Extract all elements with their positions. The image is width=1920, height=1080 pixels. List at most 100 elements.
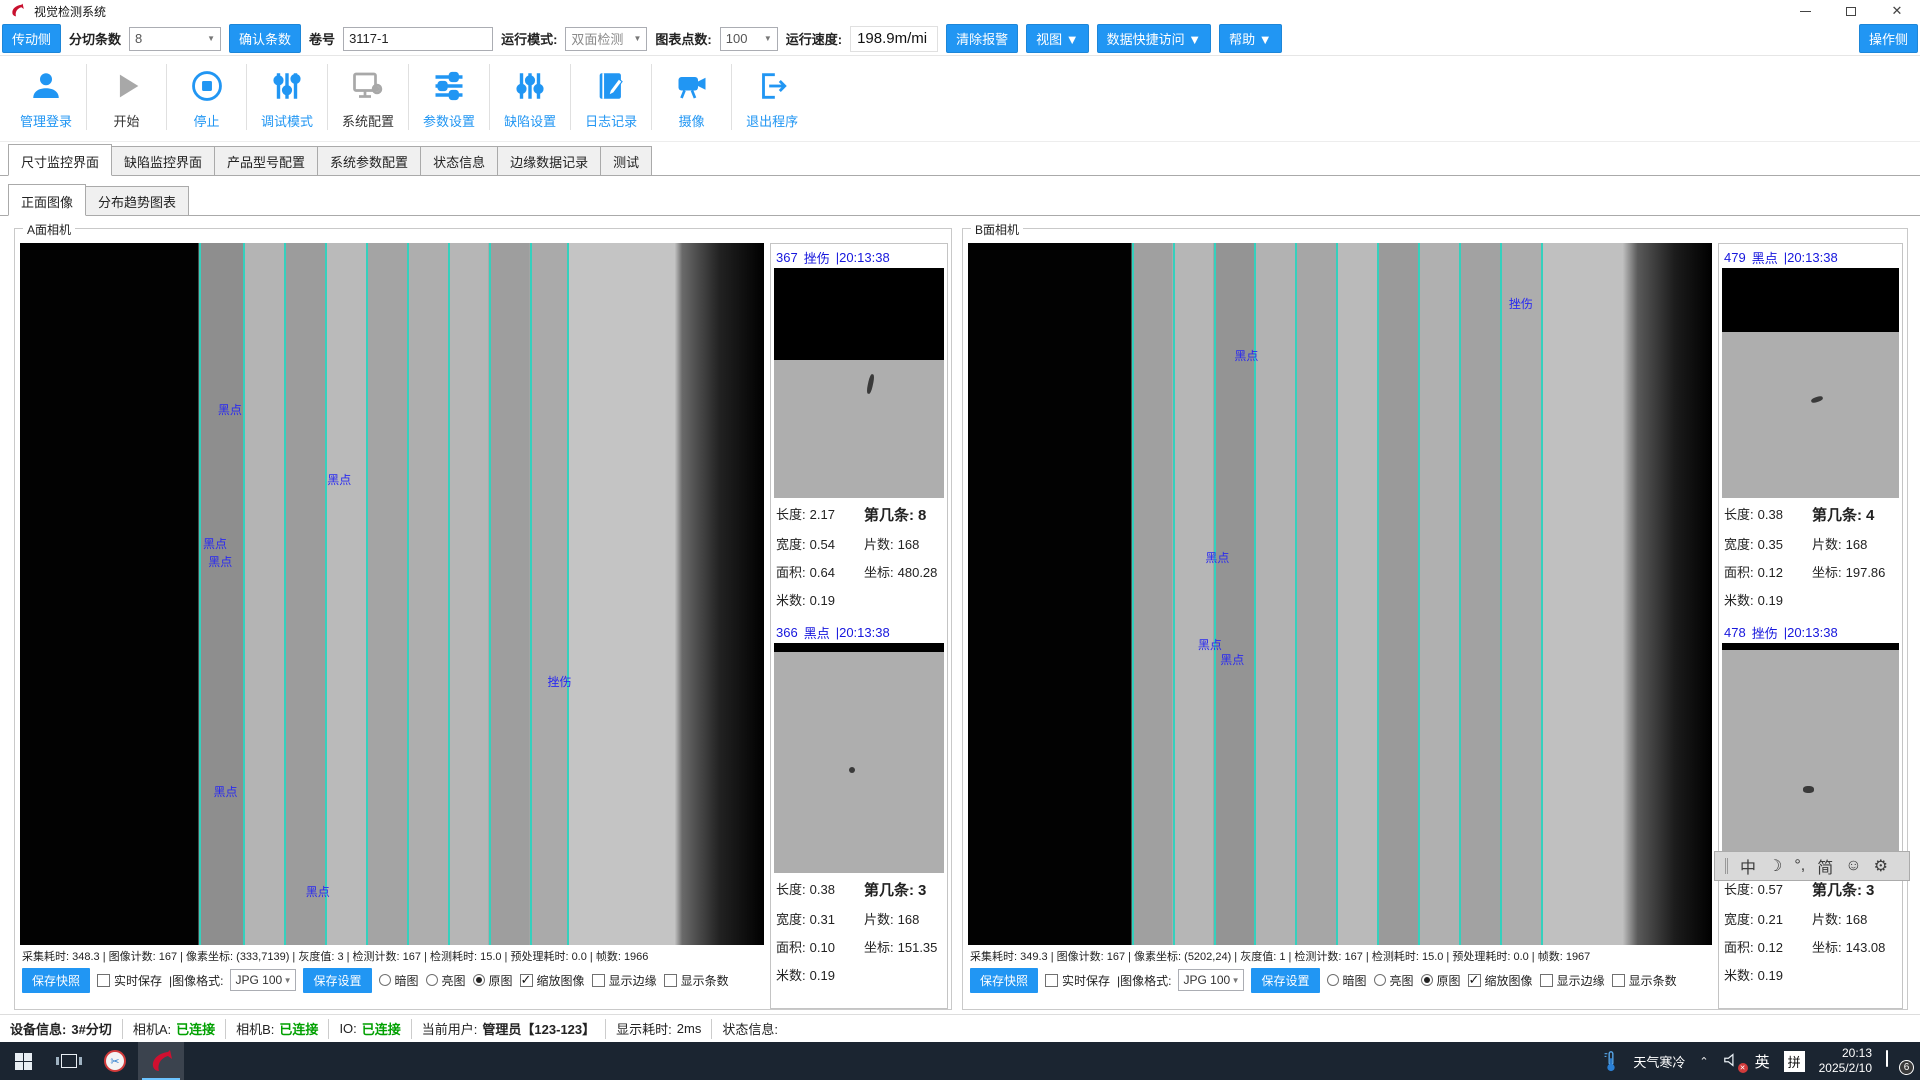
capture-button[interactable]: 摄像: [651, 64, 731, 130]
chevron-down-icon: ▼: [1232, 976, 1240, 985]
realtime-save-checkbox[interactable]: 实时保存: [97, 972, 162, 989]
image-format-select[interactable]: JPG 100▼: [1178, 969, 1244, 991]
camera-b-conn-label: 相机B:: [236, 1019, 274, 1038]
windows-logo-icon: [15, 1053, 32, 1070]
ime-punct-mode[interactable]: °,: [1794, 857, 1805, 875]
defect-card-header: 478挫伤|20:13:38: [1722, 621, 1899, 643]
start-button[interactable]: [0, 1042, 46, 1080]
tab-test[interactable]: 测试: [600, 146, 652, 175]
show-count-checkbox[interactable]: 显示条数: [664, 972, 729, 989]
defect-card[interactable]: 479黑点|20:13:38 长度:0.38 第几条:4 宽度:0.35 片数:…: [1722, 246, 1899, 609]
hidden-icons-chevron[interactable]: ⌃: [1699, 1055, 1708, 1068]
snipping-tool-button[interactable]: ✂: [92, 1042, 138, 1080]
tab-defect-monitor[interactable]: 缺陷监控界面: [111, 146, 215, 175]
camera-b-title: B面相机: [971, 221, 1023, 238]
tab-edge-data-record[interactable]: 边缘数据记录: [497, 146, 601, 175]
dark-image-radio[interactable]: 暗图: [1327, 972, 1367, 989]
dark-image-radio[interactable]: 暗图: [379, 972, 419, 989]
show-count-checkbox[interactable]: 显示条数: [1612, 972, 1677, 989]
system-config-button[interactable]: 系统配置: [327, 64, 408, 130]
show-edge-checkbox[interactable]: 显示边缘: [1540, 972, 1605, 989]
tab-system-param-config[interactable]: 系统参数配置: [317, 146, 421, 175]
roll-number-input[interactable]: [343, 27, 493, 51]
ime-emoji-icon[interactable]: ☺: [1845, 857, 1861, 875]
save-settings-button[interactable]: 保存设置: [303, 968, 371, 993]
app-status-bar: 设备信息:3#分切 相机A:已连接 相机B:已连接 IO:已连接 当前用户:管理…: [0, 1014, 1920, 1042]
tab-product-model-config[interactable]: 产品型号配置: [214, 146, 318, 175]
defect-card[interactable]: 367挫伤|20:13:38 长度:2.17 第几条:8 宽度:0.54 片数:…: [774, 246, 944, 609]
volume-muted-button[interactable]: ✕: [1723, 1052, 1741, 1071]
zoom-image-checkbox[interactable]: 缩放图像: [520, 972, 585, 989]
camera-a-panel: A面相机 黑点 黑点 黑点 黑点 挫伤 黑点 黑: [14, 228, 952, 1010]
app-logo-icon: [10, 3, 26, 19]
param-settings-button[interactable]: 参数设置: [408, 64, 489, 130]
original-image-radio[interactable]: 原图: [1421, 972, 1461, 989]
admin-login-button[interactable]: 管理登录: [6, 64, 86, 130]
transmission-side-button[interactable]: 传动侧: [2, 24, 61, 53]
roll-number-label: 卷号: [309, 29, 335, 48]
help-menu-button[interactable]: 帮助 ▼: [1219, 24, 1281, 53]
camera-a-controls: 保存快照 实时保存 |图像格式: JPG 100▼ 保存设置 暗图 亮图 原图 …: [20, 967, 764, 993]
close-button[interactable]: ✕: [1874, 0, 1920, 22]
app-logo-icon: [149, 1049, 173, 1073]
defect-info: 长度:2.17 第几条:8 宽度:0.54 片数:168 面积:0.64 坐标:…: [774, 498, 944, 609]
tab-size-monitor[interactable]: 尺寸监控界面: [8, 144, 112, 176]
defect-overlay-label: 黑点: [203, 535, 227, 552]
maximize-button[interactable]: [1828, 0, 1874, 22]
bright-image-radio[interactable]: 亮图: [1374, 972, 1414, 989]
operator-side-button[interactable]: 操作侧: [1859, 24, 1918, 53]
camera-a-image: 黑点 黑点 黑点 黑点 挫伤 黑点 黑点: [20, 243, 764, 945]
save-snapshot-button[interactable]: 保存快照: [22, 968, 90, 993]
subtab-distribution-chart[interactable]: 分布趋势图表: [85, 186, 189, 215]
ime-indicator[interactable]: 拼: [1784, 1051, 1805, 1072]
taskbar-clock[interactable]: 20:13 2025/2/10: [1819, 1046, 1872, 1076]
weather-text[interactable]: 天气寒冷: [1633, 1052, 1685, 1071]
subtab-front-image[interactable]: 正面图像: [8, 184, 86, 216]
defect-card-header: 479黑点|20:13:38: [1722, 246, 1899, 268]
ime-halfmoon-icon[interactable]: ☽: [1768, 856, 1782, 876]
ime-drag-handle[interactable]: [1725, 858, 1728, 874]
debug-mode-button[interactable]: 调试模式: [246, 64, 327, 130]
show-edge-checkbox[interactable]: 显示边缘: [592, 972, 657, 989]
original-image-radio[interactable]: 原图: [473, 972, 513, 989]
image-format-label: |图像格式:: [1117, 972, 1171, 989]
chart-points-select[interactable]: 100▼: [720, 27, 778, 51]
tab-status-info[interactable]: 状态信息: [420, 146, 498, 175]
minimize-button[interactable]: [1782, 0, 1828, 22]
vision-app-taskbar-button[interactable]: [138, 1042, 184, 1080]
save-snapshot-button[interactable]: 保存快照: [970, 968, 1038, 993]
defect-card-header: 366黑点|20:13:38: [774, 621, 944, 643]
stop-button[interactable]: 停止: [166, 64, 246, 130]
zoom-image-checkbox[interactable]: 缩放图像: [1468, 972, 1533, 989]
log-record-button[interactable]: 日志记录: [570, 64, 651, 130]
ime-language-bar[interactable]: 中 ☽ °, 简 ☺ ⚙: [1714, 851, 1910, 881]
defect-card[interactable]: 366黑点|20:13:38 长度:0.38 第几条:3 宽度:0.31 片数:…: [774, 621, 944, 984]
ime-chinese-mode[interactable]: 中: [1740, 854, 1756, 878]
save-settings-button[interactable]: 保存设置: [1251, 968, 1319, 993]
defect-settings-button[interactable]: 缺陷设置: [489, 64, 570, 130]
image-format-select[interactable]: JPG 100▼: [230, 969, 296, 991]
defect-card[interactable]: 478挫伤|20:13:38 长度:0.57 第几条:3 宽度:0.21 片数:…: [1722, 621, 1899, 984]
data-quick-access-menu-button[interactable]: 数据快捷访问 ▼: [1097, 24, 1211, 53]
debug-sliders-icon: [267, 66, 307, 106]
ime-simplified-mode[interactable]: 简: [1817, 854, 1833, 878]
start-button[interactable]: 开始: [86, 64, 166, 130]
device-info-label: 设备信息:: [10, 1019, 66, 1038]
confirm-count-button[interactable]: 确认条数: [229, 24, 301, 53]
view-menu-button[interactable]: 视图 ▼: [1026, 24, 1088, 53]
language-indicator[interactable]: 英: [1755, 1051, 1770, 1072]
camera-a-conn-status: 已连接: [176, 1019, 215, 1038]
defect-overlay-label: 黑点: [306, 883, 330, 900]
snipping-tool-icon: ✂: [104, 1050, 126, 1072]
run-mode-select[interactable]: 双面检测▼: [565, 27, 647, 51]
ime-settings-gear-icon[interactable]: ⚙: [1874, 856, 1888, 876]
realtime-save-checkbox[interactable]: 实时保存: [1045, 972, 1110, 989]
exit-program-button[interactable]: 退出程序: [731, 64, 812, 130]
clear-alarm-button[interactable]: 清除报警: [946, 24, 1018, 53]
play-icon: [107, 66, 147, 106]
bright-image-radio[interactable]: 亮图: [426, 972, 466, 989]
notification-count-badge: 6: [1899, 1060, 1914, 1075]
slit-count-select[interactable]: 8▼: [129, 27, 221, 51]
action-center-button[interactable]: 6: [1886, 1051, 1910, 1071]
task-view-button[interactable]: [46, 1042, 92, 1080]
